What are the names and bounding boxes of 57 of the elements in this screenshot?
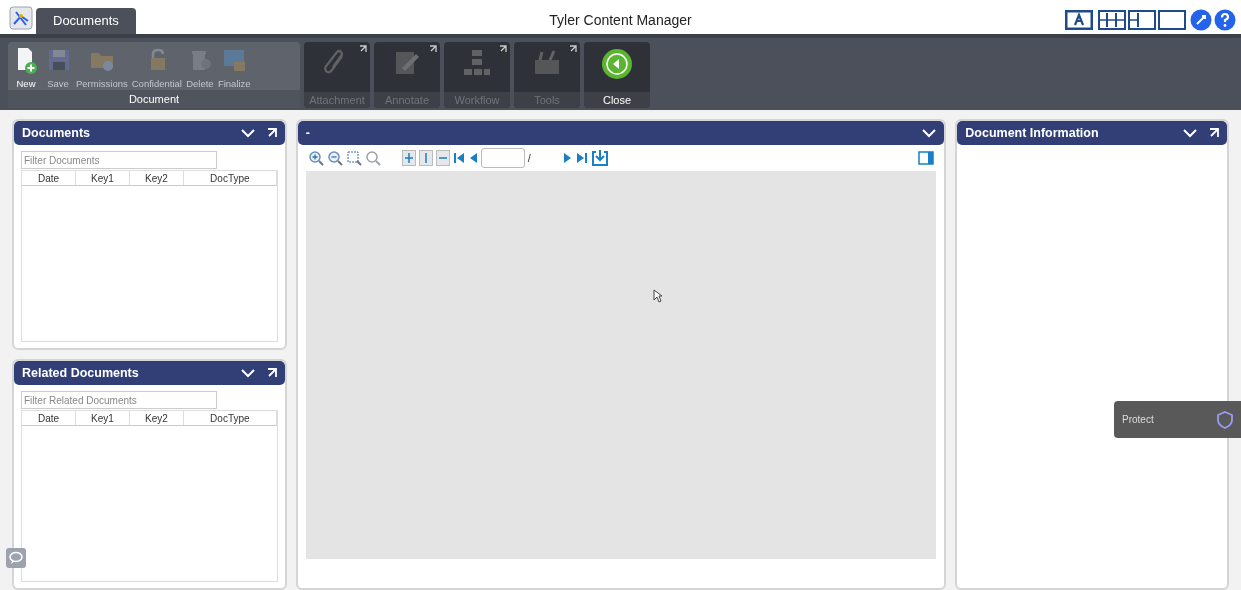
chevron-down-icon[interactable] <box>1183 128 1197 138</box>
panel-title: - <box>305 124 311 142</box>
pop-out-icon[interactable] <box>266 368 277 378</box>
column-header[interactable]: DocType <box>184 411 277 425</box>
documents-tab[interactable]: Documents <box>36 8 136 34</box>
column-header[interactable]: Key2 <box>130 411 184 425</box>
ribbon-button[interactable]: Close <box>584 42 650 108</box>
window-title: Tyler Content Manager <box>549 12 692 28</box>
launcher-icon <box>499 45 507 53</box>
column-header[interactable]: Key1 <box>76 171 130 185</box>
column-header[interactable]: Date <box>22 411 76 425</box>
mouse-pointer-icon <box>653 289 663 303</box>
launcher-icon <box>429 45 437 53</box>
fit-page-icon[interactable] <box>401 150 416 166</box>
launcher-icon <box>569 45 577 53</box>
help-icon[interactable] <box>1214 9 1236 31</box>
panel-title: Document Information <box>965 124 1100 142</box>
column-header[interactable]: Key1 <box>76 411 130 425</box>
zoom-area-icon[interactable] <box>345 150 362 166</box>
page-separator: / <box>527 150 532 166</box>
tools-icon[interactable] <box>1190 9 1212 31</box>
protect-popup[interactable]: Protect <box>1114 401 1241 438</box>
fit-height-icon[interactable] <box>418 150 433 166</box>
page-number-field[interactable] <box>480 148 525 168</box>
shield-icon <box>1217 410 1233 429</box>
column-header[interactable]: DocType <box>184 171 277 185</box>
column-header[interactable]: Date <box>22 171 76 185</box>
first-page-icon[interactable] <box>452 152 465 164</box>
ribbon-group-label: Document <box>8 90 300 108</box>
next-page-icon[interactable] <box>562 152 573 164</box>
search-icon[interactable] <box>364 150 381 166</box>
chevron-down-icon[interactable] <box>240 128 255 138</box>
layout-button-icon[interactable] <box>1158 10 1186 30</box>
app-logo-icon[interactable] <box>9 6 33 30</box>
layout-button-icon[interactable] <box>1098 10 1126 30</box>
side-panel-icon[interactable] <box>918 151 935 165</box>
pop-out-icon[interactable] <box>1209 128 1219 138</box>
zoom-out-icon[interactable] <box>326 150 343 166</box>
ribbon-button[interactable]: New <box>10 46 42 89</box>
chevron-down-icon[interactable] <box>240 368 255 378</box>
chat-bubble-icon[interactable] <box>6 548 26 568</box>
back-circle-icon <box>601 48 633 80</box>
layout-button-icon[interactable] <box>1065 10 1093 30</box>
download-icon[interactable] <box>590 149 609 167</box>
flowchart-icon <box>462 48 492 78</box>
last-page-icon[interactable] <box>575 152 588 164</box>
panel-title: Documents <box>22 124 92 142</box>
chevron-down-icon[interactable] <box>922 128 937 138</box>
column-header[interactable]: Key2 <box>130 171 184 185</box>
pop-out-icon[interactable] <box>266 128 277 138</box>
fit-width-icon[interactable] <box>435 150 450 166</box>
panel-title: Related Documents <box>22 364 140 382</box>
filter-field[interactable]: Filter Related Documents <box>21 391 217 409</box>
layout-button-icon[interactable] <box>1128 10 1156 30</box>
zoom-in-icon[interactable] <box>307 150 324 166</box>
launcher-icon <box>359 45 367 53</box>
filter-field[interactable]: Filter Documents <box>21 151 217 169</box>
